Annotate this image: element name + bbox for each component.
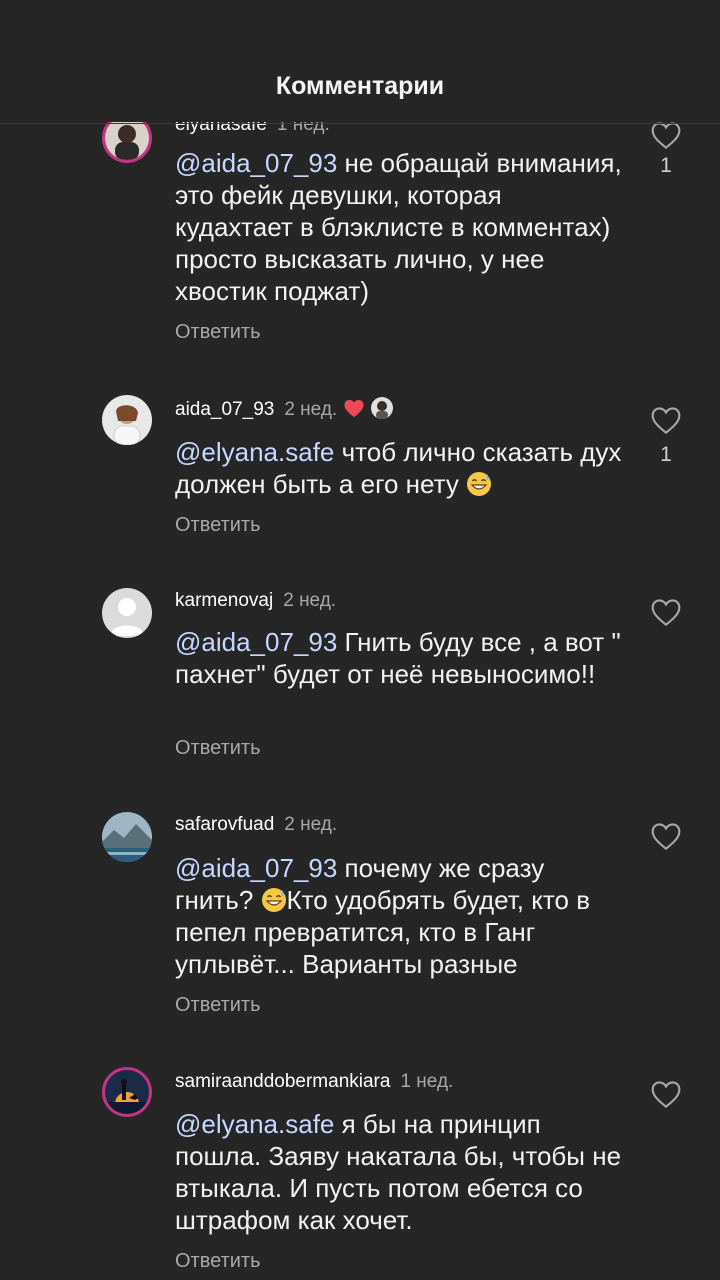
comment-meta: samiraanddobermankiara 1 нед. [175,1071,453,1093]
avatar[interactable] [102,812,152,862]
reply-button[interactable]: Ответить [175,737,261,760]
like-count: 1 [657,443,675,467]
comment-time: 2 нед. [284,399,337,420]
reply-button[interactable]: Ответить [175,994,261,1017]
heart-outline-icon[interactable] [650,405,682,435]
red-heart-icon [343,398,365,418]
reply-button[interactable]: Ответить [175,321,261,344]
comment-username[interactable]: samiraanddobermankiara [175,1071,390,1092]
comments-header: Комментарии [0,0,720,122]
comment-username[interactable]: aida_07_93 [175,399,274,420]
comment-time: 1 нед. [400,1071,453,1092]
mention-link[interactable]: @aida_07_93 [175,148,337,178]
like-count: 1 [657,154,675,178]
page-title: Комментарии [0,72,720,101]
heart-outline-icon[interactable] [650,597,682,627]
comment-username[interactable]: safarovfuad [175,814,274,835]
mention-link[interactable]: @aida_07_93 [175,627,337,657]
comment-username[interactable]: karmenovaj [175,590,273,611]
heart-outline-icon[interactable] [650,120,682,150]
reply-button[interactable]: Ответить [175,514,261,537]
comments-list[interactable]: elyanasafe1 нед. @aida_07_93 не обращай … [0,0,720,1280]
comment-text: @elyana.safe чтоб лично сказать дух долж… [175,436,625,500]
comment-meta: aida_07_93 2 нед. [175,397,393,421]
mention-link[interactable]: @elyana.safe [175,437,334,467]
avatar[interactable] [102,1067,152,1117]
grinning-sweat-emoji-icon [466,471,492,497]
heart-outline-icon[interactable] [650,821,682,851]
mention-link[interactable]: @elyana.safe [175,1109,334,1139]
comment-meta: safarovfuad 2 нед. [175,814,337,836]
avatar[interactable] [102,395,152,445]
reply-button[interactable]: Ответить [175,1250,261,1273]
author-avatar [371,397,393,419]
heart-outline-icon[interactable] [650,1079,682,1109]
grinning-sweat-emoji-icon [261,887,287,913]
comment-text: @aida_07_93 не обращай внимания, это фей… [175,147,625,307]
mention-link[interactable]: @aida_07_93 [175,853,337,883]
avatar[interactable] [102,588,152,638]
comment-text: @aida_07_93 Гнить буду все , а вот " пах… [175,626,625,690]
comment-text: @elyana.safe я бы на принцип пошла. Заяв… [175,1108,625,1236]
header-divider [0,123,720,124]
comment-text: @aida_07_93 почему же сразу гнить? Кто у… [175,852,625,980]
comment-meta: karmenovaj 2 нед. [175,590,336,612]
comment-time: 2 нед. [283,590,336,611]
comment-time: 2 нед. [284,814,337,835]
